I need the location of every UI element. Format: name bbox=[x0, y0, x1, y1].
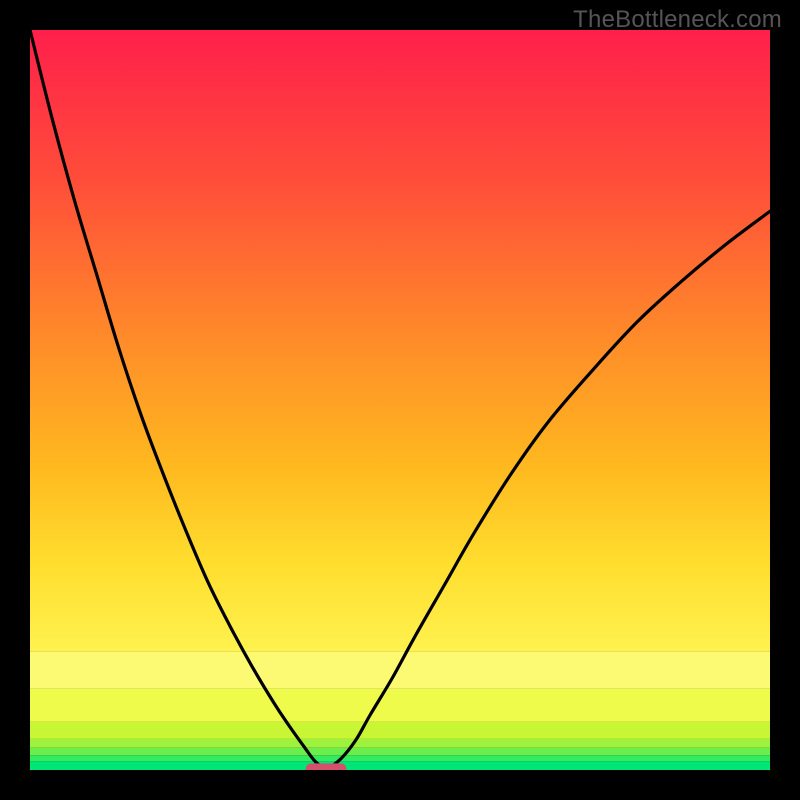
chart-band bbox=[30, 748, 770, 755]
chart-band bbox=[30, 689, 770, 722]
chart-plot-area bbox=[30, 30, 770, 770]
chart-frame: TheBottleneck.com bbox=[0, 0, 800, 800]
chart-band bbox=[30, 722, 770, 739]
chart-band bbox=[30, 755, 770, 761]
chart-svg bbox=[30, 30, 770, 770]
chart-band bbox=[30, 739, 770, 748]
chart-band bbox=[30, 761, 770, 770]
chart-band bbox=[30, 652, 770, 689]
chart-band bbox=[30, 30, 770, 652]
optimum-marker bbox=[306, 763, 347, 770]
watermark-text: TheBottleneck.com bbox=[573, 6, 782, 34]
